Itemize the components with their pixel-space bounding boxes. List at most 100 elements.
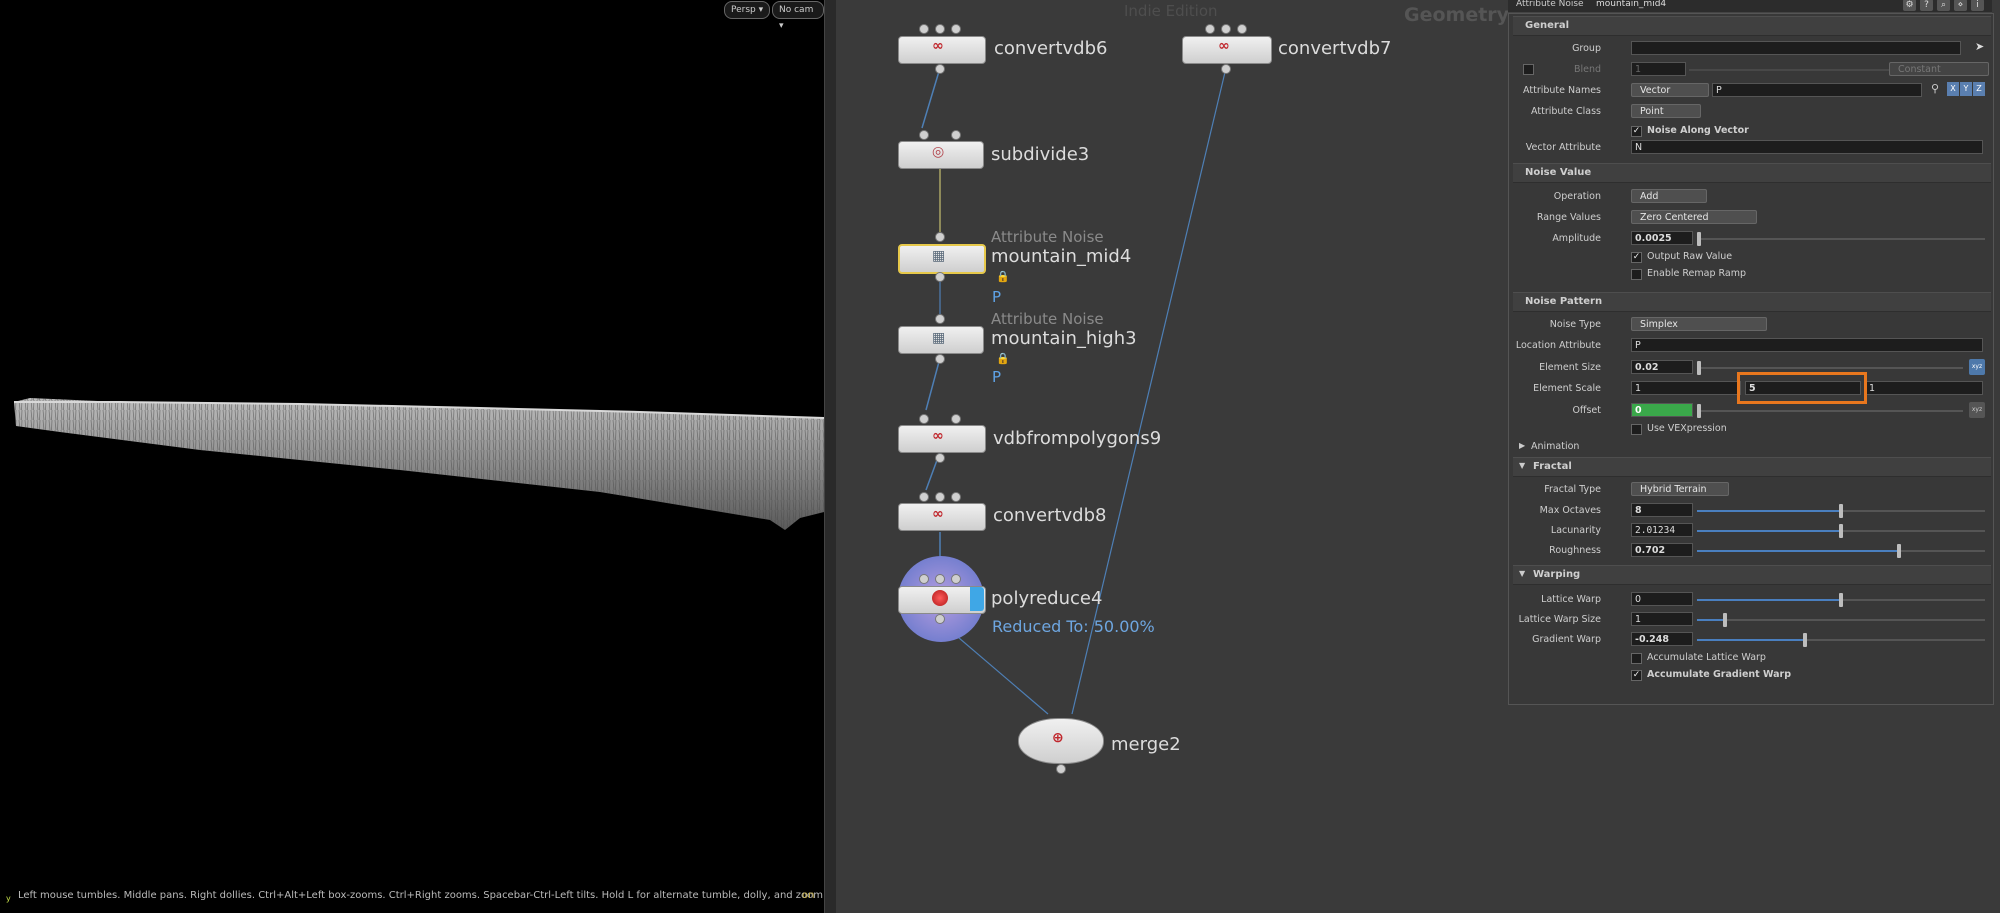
location-attribute-field[interactable]: P bbox=[1631, 338, 1983, 352]
gradient-warp-slider[interactable] bbox=[1697, 633, 1985, 647]
pin-icon[interactable]: ⋄ bbox=[1954, 0, 1967, 11]
noise-along-vector-checkbox[interactable]: ✓ bbox=[1631, 126, 1642, 137]
info-icon[interactable]: i bbox=[1971, 0, 1984, 11]
lacunarity-field[interactable]: 2.01234 bbox=[1631, 523, 1693, 537]
range-values-dropdown[interactable]: Zero Centered bbox=[1631, 210, 1757, 224]
lattice-warp-slider[interactable] bbox=[1697, 593, 1985, 607]
collapse-arrow-icon[interactable]: ▼ bbox=[1519, 569, 1525, 578]
output-raw-value-label: Output Raw Value bbox=[1647, 251, 1733, 262]
help-icon[interactable]: ? bbox=[1920, 0, 1933, 11]
section-animation[interactable]: Animation bbox=[1531, 441, 1579, 452]
param-header: Attribute Noise mountain_mid4 ⚙ ? ⌕ ⋄ i bbox=[1508, 0, 1992, 13]
search-icon[interactable]: ⌕ bbox=[1937, 0, 1950, 11]
blend-mode-dropdown[interactable]: Constant bbox=[1889, 62, 1989, 76]
attribute-class-label: Attribute Class bbox=[1531, 106, 1601, 117]
vdb-icon: ∞ bbox=[932, 38, 944, 54]
lattice-warp-size-field[interactable]: 1 bbox=[1631, 612, 1693, 626]
accumulate-gradient-warp-checkbox[interactable]: ✓ bbox=[1631, 670, 1642, 681]
vector-toggle-icon[interactable]: xyz bbox=[1969, 402, 1985, 418]
attribnoise-icon: ▦ bbox=[932, 330, 946, 346]
node-label: mountain_high3 bbox=[991, 328, 1137, 349]
x-toggle[interactable]: X bbox=[1947, 82, 1959, 96]
node-flag: P bbox=[992, 288, 1002, 306]
vector-toggle-icon[interactable]: xyz bbox=[1969, 359, 1985, 375]
accumulate-gradient-warp-label: Accumulate Gradient Warp bbox=[1647, 669, 1792, 680]
accumulate-lattice-warp-label: Accumulate Lattice Warp bbox=[1647, 652, 1766, 663]
accumulate-lattice-warp-checkbox[interactable] bbox=[1631, 653, 1642, 664]
gear-icon[interactable]: ⚙ bbox=[1903, 0, 1916, 11]
operation-dropdown[interactable]: Add bbox=[1631, 189, 1707, 203]
section-noise-pattern[interactable]: Noise Pattern bbox=[1525, 296, 1602, 307]
use-vexpression-checkbox[interactable] bbox=[1631, 424, 1642, 435]
roughness-slider[interactable] bbox=[1697, 544, 1985, 558]
amplitude-slider[interactable] bbox=[1697, 232, 1985, 246]
lattice-warp-field[interactable]: 0 bbox=[1631, 592, 1693, 606]
offset-slider[interactable] bbox=[1697, 404, 1963, 418]
lattice-warp-size-label: Lattice Warp Size bbox=[1518, 614, 1601, 625]
range-values-label: Range Values bbox=[1536, 212, 1601, 223]
group-label: Group bbox=[1572, 43, 1601, 54]
merge-icon: ⊕ bbox=[1052, 730, 1064, 746]
use-vexpression-label: Use VEXpression bbox=[1647, 423, 1727, 434]
node-type-label: Attribute Noise bbox=[991, 228, 1104, 246]
offset-field[interactable]: 0 bbox=[1631, 403, 1693, 417]
element-scale-label: Element Scale bbox=[1533, 383, 1601, 394]
enable-remap-ramp-checkbox[interactable] bbox=[1631, 269, 1642, 280]
viewport-status: on bbox=[802, 890, 815, 901]
lock-icon: 🔒 bbox=[996, 352, 1010, 365]
section-warping[interactable]: Warping bbox=[1533, 569, 1580, 580]
scene-viewport[interactable]: Persp ▾ No cam ▾ y Left mouse tumbles. M… bbox=[0, 0, 1023, 913]
network-editor[interactable]: Indie Edition Geometry ∞ convertvdb6 ∞ c… bbox=[836, 0, 1508, 913]
attribute-type-dropdown[interactable]: Vector bbox=[1631, 83, 1709, 97]
vector-attribute-field[interactable]: N bbox=[1631, 140, 1983, 154]
lacunarity-slider[interactable] bbox=[1697, 524, 1985, 538]
attribute-names-field[interactable]: P bbox=[1712, 83, 1922, 97]
attribnoise-icon: ▦ bbox=[932, 248, 946, 264]
max-octaves-slider[interactable] bbox=[1697, 504, 1985, 518]
amplitude-field[interactable]: 0.0025 bbox=[1631, 231, 1693, 245]
blend-toggle[interactable] bbox=[1523, 64, 1534, 75]
collapse-arrow-icon[interactable]: ▼ bbox=[1519, 461, 1525, 470]
lattice-warp-size-slider[interactable] bbox=[1697, 613, 1985, 627]
noise-along-vector-label: Noise Along Vector bbox=[1647, 125, 1749, 136]
output-raw-value-checkbox[interactable]: ✓ bbox=[1631, 252, 1642, 263]
roughness-label: Roughness bbox=[1549, 545, 1601, 556]
node-name-header[interactable]: mountain_mid4 bbox=[1596, 0, 1666, 9]
element-size-field[interactable]: 0.02 bbox=[1631, 360, 1693, 374]
gradient-warp-field[interactable]: -0.248 bbox=[1631, 632, 1693, 646]
node-flag: P bbox=[992, 368, 1002, 386]
focus-highlight bbox=[1737, 372, 1867, 404]
section-general[interactable]: General bbox=[1525, 20, 1569, 31]
roughness-field[interactable]: 0.702 bbox=[1631, 543, 1693, 557]
node-type-header: Attribute Noise bbox=[1516, 0, 1584, 9]
expand-arrow-icon[interactable]: ▶ bbox=[1519, 441, 1525, 450]
subdivide-icon: ◎ bbox=[932, 144, 945, 160]
group-field[interactable] bbox=[1631, 41, 1961, 55]
element-size-slider[interactable] bbox=[1697, 361, 1963, 375]
section-noise-value[interactable]: Noise Value bbox=[1525, 167, 1591, 178]
attribute-class-dropdown[interactable]: Point bbox=[1631, 104, 1701, 118]
offset-label: Offset bbox=[1572, 405, 1601, 416]
axis-gizmo: y bbox=[6, 894, 11, 903]
node-type-label: Attribute Noise bbox=[991, 310, 1104, 328]
attrib-picker-icon[interactable]: ⚲ bbox=[1931, 82, 1939, 95]
location-attribute-label: Location Attribute bbox=[1515, 340, 1601, 351]
polyreduce-icon bbox=[932, 590, 948, 606]
y-toggle[interactable]: Y bbox=[1960, 82, 1972, 96]
noise-type-dropdown[interactable]: Simplex bbox=[1631, 317, 1767, 331]
max-octaves-field[interactable]: 8 bbox=[1631, 503, 1693, 517]
element-scale-x-field[interactable]: 1 bbox=[1631, 381, 1741, 395]
blend-field[interactable]: 1 bbox=[1631, 62, 1686, 76]
section-fractal[interactable]: Fractal bbox=[1533, 461, 1572, 472]
z-toggle[interactable]: Z bbox=[1973, 82, 1985, 96]
fractal-type-dropdown[interactable]: Hybrid Terrain bbox=[1631, 482, 1729, 496]
enable-remap-ramp-label: Enable Remap Ramp bbox=[1647, 268, 1747, 279]
select-arrow-icon[interactable]: ➤ bbox=[1975, 40, 1984, 53]
node-label: convertvdb7 bbox=[1278, 38, 1392, 59]
noise-type-label: Noise Type bbox=[1549, 319, 1601, 330]
element-scale-z-field[interactable]: 1 bbox=[1865, 381, 1983, 395]
render-flag[interactable] bbox=[970, 587, 984, 611]
lock-icon: 🔒 bbox=[996, 270, 1010, 283]
max-octaves-label: Max Octaves bbox=[1539, 505, 1601, 516]
vdb-icon: ∞ bbox=[932, 428, 944, 444]
